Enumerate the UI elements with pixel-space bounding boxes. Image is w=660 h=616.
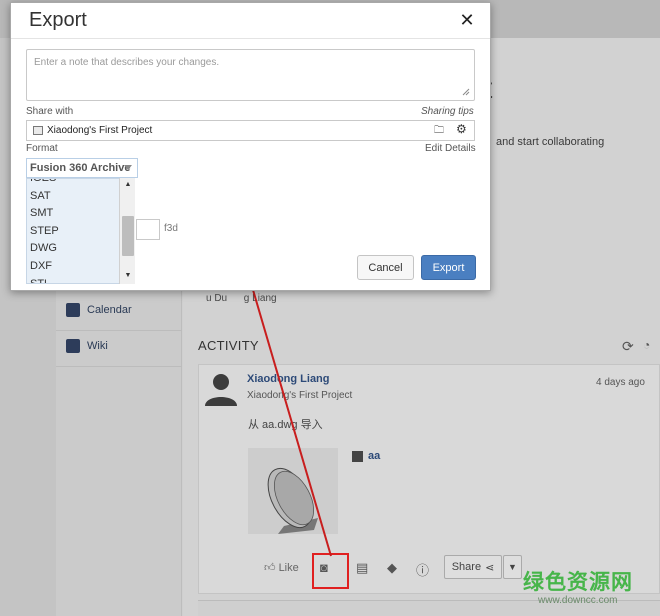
close-button[interactable]: ✕: [456, 9, 478, 31]
export-dialog: Export ✕ Share with Sharing tips Xiaodon…: [10, 2, 491, 291]
format-option-sat[interactable]: SAT: [27, 188, 134, 206]
annotation-highlight-box: [312, 553, 349, 589]
note-textarea[interactable]: [26, 49, 475, 101]
book-icon: [66, 339, 80, 353]
share-label: Share: [451, 561, 482, 573]
file-extension: f3d: [164, 223, 178, 234]
sharing-tips-link[interactable]: Sharing tips: [421, 106, 474, 117]
file-name: aa: [368, 450, 381, 462]
activity-heading: ACTIVITY: [198, 338, 259, 353]
thumbs-up-icon: 👍︎: [264, 562, 276, 574]
info-icon[interactable]: ⓘ: [416, 560, 429, 579]
activity-time: 4 days ago: [596, 377, 645, 388]
sidebar-divider: [56, 330, 182, 331]
share-with-label: Share with: [26, 106, 74, 117]
dialog-header-divider: [11, 38, 490, 39]
like-label: Like: [278, 562, 299, 574]
calendar-icon: [66, 303, 80, 317]
sidebar-item-label: Calendar: [87, 304, 132, 316]
scrollbar-thumb[interactable]: [122, 216, 134, 256]
cube-icon: [352, 450, 363, 462]
edit-details-link[interactable]: Edit Details: [425, 143, 476, 154]
share-dropdown-button[interactable]: ▼: [503, 555, 522, 579]
share-button[interactable]: Share ⋖: [444, 555, 502, 579]
folder-icon[interactable]: 🗀︎: [434, 123, 444, 140]
chevron-down-icon: [124, 165, 132, 170]
dialog-title: Export: [29, 9, 87, 31]
file-name-input[interactable]: [136, 219, 160, 240]
activity-file[interactable]: aa: [352, 450, 380, 462]
sidebar-item-label: Wiki: [87, 340, 108, 352]
format-option-dwg[interactable]: DWG: [27, 240, 134, 258]
file-thumbnail[interactable]: [248, 448, 338, 534]
format-list-scrollbar[interactable]: ▲ ▼: [119, 178, 135, 284]
file-export-icon[interactable]: ▤: [356, 560, 368, 576]
activity-message: 从 aa.dwg 导入: [248, 419, 323, 431]
sidebar-item-wiki[interactable]: Wiki: [66, 339, 108, 353]
members-text: u Du g Liang: [206, 293, 277, 304]
collaborate-text: and start collaborating: [496, 136, 605, 148]
format-option-smt[interactable]: SMT: [27, 205, 134, 223]
format-label: Format: [26, 143, 58, 154]
cancel-button[interactable]: Cancel: [357, 255, 414, 280]
project-icon: [33, 126, 43, 135]
format-option-dxf[interactable]: DXF: [27, 258, 134, 276]
close-icon: ✕: [459, 10, 475, 30]
tag-icon[interactable]: ◆: [387, 560, 397, 576]
share-icon: ⋖: [485, 561, 495, 574]
export-button[interactable]: Export: [421, 255, 476, 280]
share-with-field[interactable]: Xiaodong's First Project: [26, 120, 475, 141]
format-option-stl[interactable]: STL: [27, 276, 134, 283]
resize-grip-icon[interactable]: [462, 88, 470, 96]
activity-project[interactable]: Xiaodong's First Project: [247, 390, 352, 401]
format-option-iges[interactable]: IGES: [27, 179, 134, 188]
scroll-up-icon[interactable]: ▲: [120, 180, 136, 190]
format-select[interactable]: Fusion 360 Archive: [26, 158, 138, 178]
gear-icon[interactable]: ⚙: [456, 122, 467, 136]
watermark-main: 绿色资源网: [523, 571, 633, 594]
share-project-name: Xiaodong's First Project: [47, 125, 153, 136]
rss-icon[interactable]: ◔: [643, 338, 650, 352]
like-button[interactable]: 👍︎ Like: [264, 561, 299, 574]
format-option-step[interactable]: STEP: [27, 223, 134, 241]
sidebar-divider: [56, 366, 182, 367]
format-selected-value: Fusion 360 Archive: [30, 162, 131, 174]
refresh-icon[interactable]: ⟳: [622, 338, 634, 355]
activity-author[interactable]: Xiaodong Liang: [247, 373, 330, 385]
sidebar-item-calendar[interactable]: Calendar: [66, 303, 132, 317]
avatar-icon: [205, 374, 237, 406]
watermark-url: www.downcc.com: [538, 595, 618, 606]
scroll-down-icon[interactable]: ▼: [120, 271, 136, 281]
